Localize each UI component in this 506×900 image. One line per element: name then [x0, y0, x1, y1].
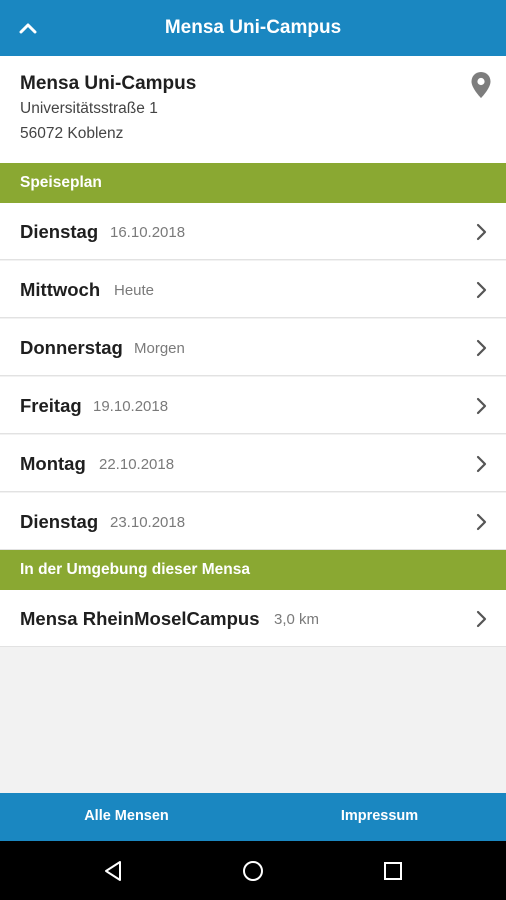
- map-pin-icon[interactable]: [470, 71, 492, 99]
- location-header: Mensa Uni-Campus Universitätsstraße 1 56…: [0, 56, 506, 163]
- back-icon[interactable]: [100, 858, 126, 884]
- chevron-right-icon: [476, 513, 487, 531]
- location-city: 56072 Koblenz: [20, 125, 124, 142]
- system-nav-bar: [0, 841, 506, 900]
- nearby-mensa-row[interactable]: Mensa RheinMoselCampus 3,0 km: [0, 590, 506, 647]
- impressum-button[interactable]: Impressum: [253, 793, 506, 841]
- location-name: Mensa Uni-Campus: [20, 73, 197, 94]
- menu-day-name: Donnerstag: [20, 337, 123, 358]
- chevron-right-icon: [476, 281, 487, 299]
- menu-day-name: Dienstag: [20, 511, 99, 532]
- menu-day-date: Heute: [114, 282, 155, 299]
- nearby-mensa-name: Mensa RheinMoselCampus: [20, 608, 260, 629]
- section-nearby-header: In der Umgebung dieser Mensa: [0, 550, 506, 590]
- chevron-right-icon: [476, 610, 487, 628]
- recent-apps-icon[interactable]: [380, 858, 406, 884]
- menu-day-row[interactable]: Donnerstag Morgen: [0, 319, 506, 376]
- chevron-right-icon: [476, 397, 487, 415]
- chevron-right-icon: [476, 339, 487, 357]
- section-menu-header: Speiseplan: [0, 163, 506, 203]
- chevron-right-icon: [476, 223, 487, 241]
- menu-day-name: Mittwoch: [20, 279, 101, 300]
- all-mensen-button[interactable]: Alle Mensen: [0, 793, 253, 841]
- menu-day-date: 23.10.2018: [110, 514, 186, 531]
- menu-day-date: 16.10.2018: [110, 224, 186, 241]
- menu-day-row[interactable]: Mittwoch Heute: [0, 261, 506, 318]
- menu-day-row[interactable]: Freitag 19.10.2018: [0, 377, 506, 434]
- menu-day-name: Dienstag: [20, 221, 99, 242]
- menu-day-row[interactable]: Dienstag 16.10.2018: [0, 203, 506, 260]
- menu-day-date: Morgen: [134, 340, 185, 357]
- menu-day-date: 19.10.2018: [93, 398, 169, 415]
- location-street: Universitätsstraße 1: [20, 100, 158, 117]
- app-bar: Mensa Uni-Campus: [0, 0, 506, 56]
- menu-day-name: Freitag: [20, 395, 82, 416]
- bottom-bar: Alle Mensen Impressum: [0, 793, 506, 841]
- nearby-mensa-distance: 3,0 km: [274, 611, 320, 628]
- menu-day-date: 22.10.2018: [99, 456, 175, 473]
- menu-day-row[interactable]: Montag 22.10.2018: [0, 435, 506, 492]
- chevron-right-icon: [476, 455, 487, 473]
- page-title: Mensa Uni-Campus: [164, 17, 342, 38]
- menu-day-row[interactable]: Dienstag 23.10.2018: [0, 493, 506, 550]
- menu-day-name: Montag: [20, 453, 86, 474]
- home-icon[interactable]: [240, 858, 266, 884]
